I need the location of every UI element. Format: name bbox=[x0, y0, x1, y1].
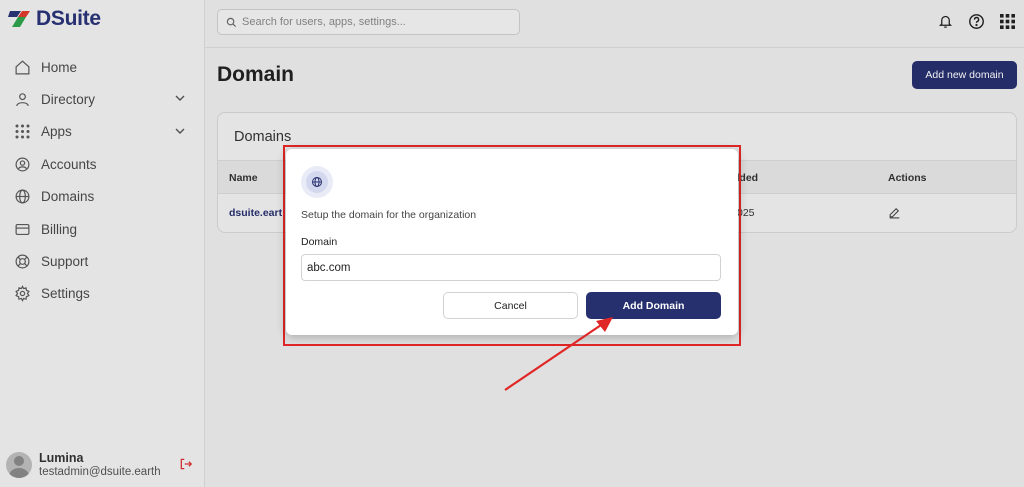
cancel-button[interactable]: Cancel bbox=[443, 292, 578, 319]
globe-icon bbox=[312, 177, 322, 187]
domain-field-label: Domain bbox=[301, 236, 338, 248]
add-domain-button[interactable]: Add Domain bbox=[586, 292, 721, 319]
domain-field[interactable] bbox=[301, 254, 721, 281]
add-domain-dialog: Setup the domain for the organization Do… bbox=[286, 149, 738, 335]
dialog-description: Setup the domain for the organization bbox=[301, 209, 477, 221]
dialog-icon-badge bbox=[301, 166, 333, 198]
